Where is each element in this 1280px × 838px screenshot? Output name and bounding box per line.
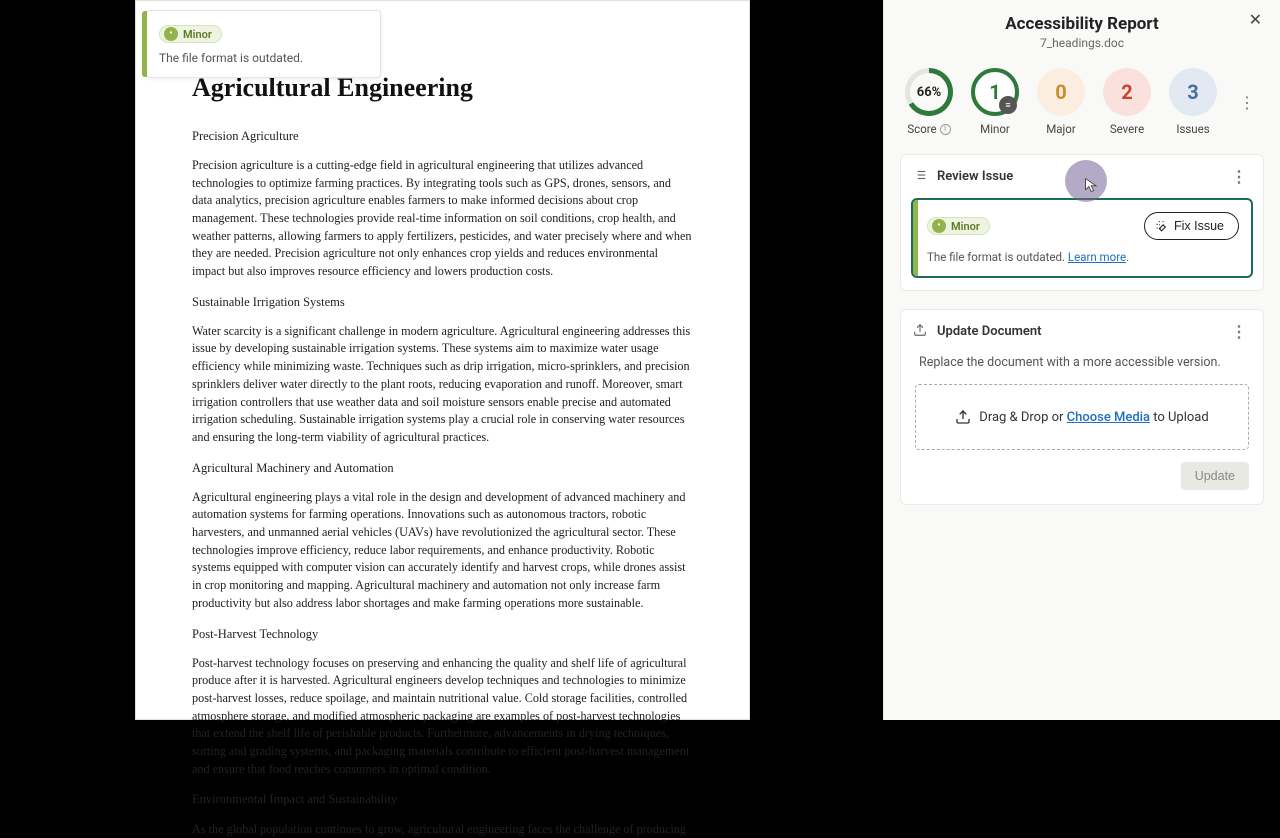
doc-paragraph: Agricultural engineering plays a vital r… (192, 489, 693, 613)
issue-detail: • Minor Fix Issue The file format is out… (911, 198, 1253, 278)
issue-severity-badge: • Minor (927, 217, 990, 235)
info-icon[interactable]: i (940, 124, 951, 135)
callout-message: The file format is outdated. (159, 51, 368, 65)
close-icon[interactable]: ✕ (1249, 10, 1262, 29)
panel-filename: 7_headings.doc (892, 36, 1272, 50)
review-menu-icon[interactable]: ⋮ (1227, 167, 1251, 186)
severity-dot-icon: • (164, 27, 178, 41)
doc-heading: Environmental Impact and Sustainability (192, 790, 693, 808)
stat-score[interactable]: 66% Scorei (905, 68, 953, 136)
issue-message: The file format is outdated. Learn more. (927, 250, 1239, 264)
update-desc: Replace the document with a more accessi… (901, 353, 1263, 384)
list-icon (913, 168, 927, 186)
severity-dot-icon: • (932, 219, 946, 233)
upload-icon (955, 409, 971, 425)
stat-severe[interactable]: 2 Severe (1103, 68, 1151, 136)
stats-row: 66% Scorei 1 ≡ Minor 0 Major 2 Severe 3 … (892, 68, 1272, 136)
doc-heading: Agricultural Machinery and Automation (192, 459, 693, 477)
update-title: Update Document (937, 324, 1042, 339)
filter-icon[interactable]: ≡ (999, 96, 1017, 114)
update-button[interactable]: Update (1181, 462, 1249, 490)
doc-paragraph: Post-harvest technology focuses on prese… (192, 655, 693, 779)
doc-heading: Post-Harvest Technology (192, 625, 693, 643)
doc-paragraph: As the global population continues to gr… (192, 821, 693, 838)
update-document-card: Update Document ⋮ Replace the document w… (900, 309, 1264, 505)
learn-more-link[interactable]: Learn more (1068, 250, 1126, 264)
cursor-indicator (1065, 160, 1107, 202)
doc-heading: Precision Agriculture (192, 127, 693, 145)
severity-label: Minor (183, 28, 212, 41)
dropzone[interactable]: Drag & Drop or Choose Media to Upload (915, 384, 1249, 450)
choose-media-link[interactable]: Choose Media (1067, 410, 1150, 425)
doc-paragraph: Precision agriculture is a cutting-edge … (192, 157, 693, 281)
wand-icon (1155, 220, 1168, 233)
update-menu-icon[interactable]: ⋮ (1227, 322, 1251, 341)
doc-heading: Sustainable Irrigation Systems (192, 293, 693, 311)
fix-issue-button[interactable]: Fix Issue (1144, 212, 1239, 240)
stat-major[interactable]: 0 Major (1037, 68, 1085, 136)
issue-callout: • Minor The file format is outdated. (146, 10, 381, 78)
stat-minor[interactable]: 1 ≡ Minor (971, 68, 1019, 136)
review-title: Review Issue (937, 169, 1013, 184)
doc-paragraph: Water scarcity is a significant challeng… (192, 323, 693, 447)
panel-title: Accessibility Report (892, 14, 1272, 34)
accessibility-panel: ✕ Accessibility Report 7_headings.doc 66… (883, 0, 1280, 720)
stat-issues[interactable]: 3 Issues (1169, 68, 1217, 136)
document-preview: Agricultural EngineeringPrecision Agricu… (135, 0, 750, 720)
severity-badge: • Minor (159, 25, 222, 43)
stats-menu-icon[interactable]: ⋮ (1235, 93, 1259, 112)
upload-icon (913, 323, 927, 341)
